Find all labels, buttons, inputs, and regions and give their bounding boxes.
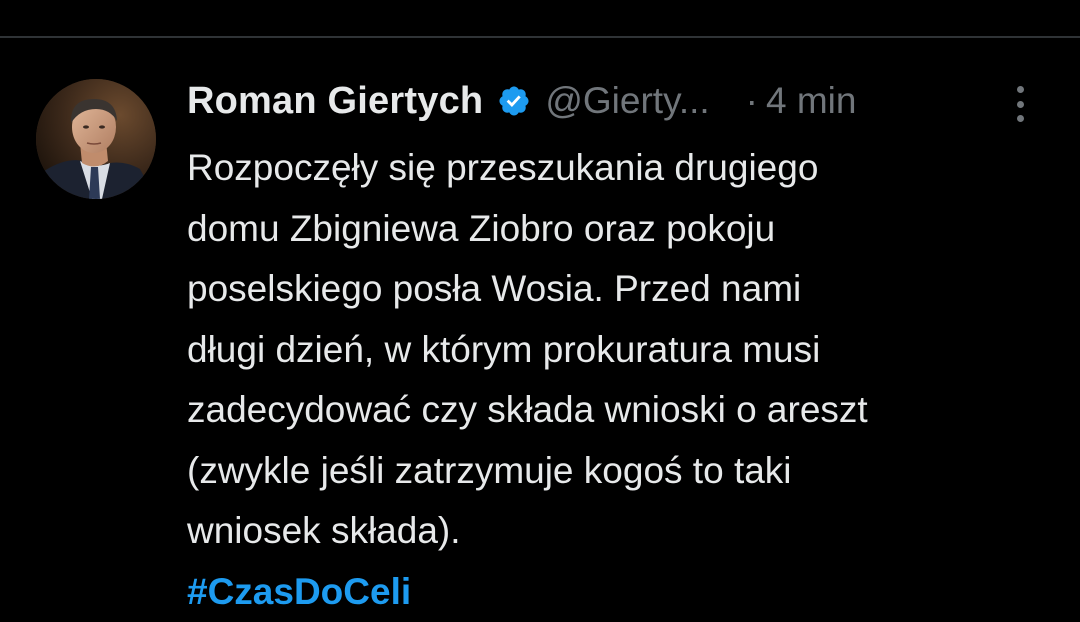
tweet-text-line: wniosek składa). bbox=[187, 501, 1067, 562]
more-dot bbox=[1017, 86, 1024, 93]
tweet-text-line: poselskiego posła Wosia. Przed nami bbox=[187, 259, 1067, 320]
tweet-card[interactable]: Roman Giertych @Gierty... · 4 min Rozpoc… bbox=[0, 38, 1080, 611]
author-handle[interactable]: @Gierty... bbox=[545, 80, 709, 122]
verified-badge-icon bbox=[497, 84, 531, 118]
tweet-text-line: długi dzień, w którym prokuratura musi bbox=[187, 320, 1067, 381]
separator-dot: · bbox=[746, 80, 758, 122]
tweet-header: Roman Giertych @Gierty... · 4 min bbox=[187, 78, 1057, 124]
tweet-text-line: domu Zbigniewa Ziobro oraz pokoju bbox=[187, 199, 1067, 260]
tweet-text: Rozpoczęły się przeszukania drugiego dom… bbox=[187, 138, 1067, 622]
author-display-name[interactable]: Roman Giertych bbox=[187, 80, 483, 123]
hashtag-link[interactable]: #CzasDoCeli bbox=[187, 562, 1067, 622]
tweet-text-line: Rozpoczęły się przeszukania drugiego bbox=[187, 138, 1067, 199]
more-options-icon[interactable] bbox=[1002, 84, 1038, 124]
tweet-text-line: zadecydować czy składa wnioski o areszt bbox=[187, 380, 1067, 441]
avatar-photo bbox=[36, 79, 156, 199]
tweet-timestamp[interactable]: 4 min bbox=[766, 80, 856, 122]
tweet-text-line: (zwykle jeśli zatrzymuje kogoś to taki bbox=[187, 441, 1067, 502]
more-dot bbox=[1017, 115, 1024, 122]
more-dot bbox=[1017, 101, 1024, 108]
avatar[interactable] bbox=[36, 79, 156, 199]
